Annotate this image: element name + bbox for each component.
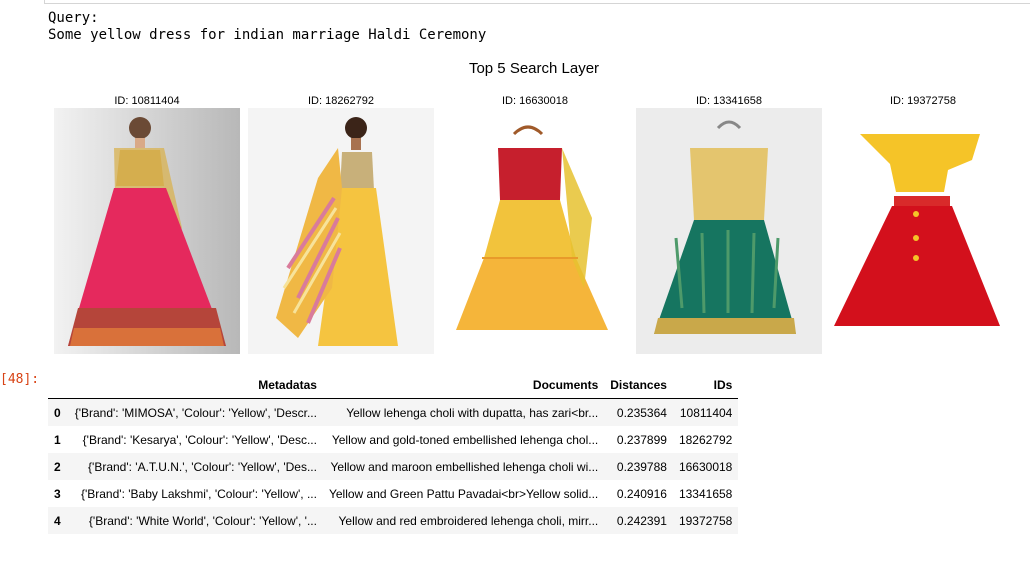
query-label: Query: bbox=[48, 10, 99, 26]
cell-documents: Yellow lehenga choli with dupatta, has z… bbox=[346, 405, 599, 420]
cell-distances: 0.235364 bbox=[616, 405, 667, 420]
dress-photo bbox=[442, 108, 628, 354]
dress-photo bbox=[636, 108, 822, 354]
execution-count-label: [48]: bbox=[0, 372, 40, 387]
row-index: 2 bbox=[54, 459, 61, 474]
previous-cell-border bbox=[44, 0, 1030, 4]
image-caption: ID: 19372758 bbox=[889, 95, 957, 107]
cell-distances: 0.239788 bbox=[616, 459, 667, 474]
dress-photo bbox=[248, 108, 434, 354]
cell-documents: Yellow and maroon embellished lehenga ch… bbox=[330, 459, 599, 474]
cell-ids: 10811404 bbox=[679, 405, 733, 420]
result-image-5: ID: 19372758 bbox=[830, 94, 1016, 354]
cell-distances: 0.240916 bbox=[616, 486, 667, 501]
column-header-documents: Documents bbox=[322, 374, 605, 399]
table-row: 0 {'Brand': 'MIMOSA', 'Colour': 'Yellow'… bbox=[48, 398, 739, 426]
figure-title: Top 5 Search Layer bbox=[468, 60, 600, 77]
cell-documents: Yellow and Green Pattu Pavadai<br>Yellow… bbox=[328, 486, 599, 501]
result-image-4: ID: 13341658 bbox=[636, 94, 822, 354]
row-index: 1 bbox=[54, 432, 61, 447]
cell-ids: 18262792 bbox=[678, 432, 733, 447]
column-header-distances: Distances bbox=[604, 374, 673, 399]
cell-ids: 16630018 bbox=[678, 459, 733, 474]
result-image-2: ID: 18262792 bbox=[248, 94, 434, 354]
result-image-3: ID: 16630018 bbox=[442, 94, 628, 354]
cell-metadatas: {'Brand': 'A.T.U.N.', 'Colour': 'Yellow'… bbox=[88, 459, 317, 474]
cell-distances: 0.242391 bbox=[616, 513, 667, 528]
image-caption: ID: 13341658 bbox=[695, 95, 763, 107]
cell-metadatas: {'Brand': 'White World', 'Colour': 'Yell… bbox=[88, 513, 317, 528]
table-row: 1 {'Brand': 'Kesarya', 'Colour': 'Yellow… bbox=[48, 426, 738, 453]
cell-metadatas: {'Brand': 'MIMOSA', 'Colour': 'Yellow', … bbox=[74, 405, 317, 420]
cell-metadatas: {'Brand': 'Baby Lakshmi', 'Colour': 'Yel… bbox=[80, 486, 317, 501]
row-index: 4 bbox=[54, 513, 61, 528]
cell-stdout: Query: Some yellow dress for indian marr… bbox=[48, 10, 486, 44]
cell-ids: 19372758 bbox=[678, 513, 733, 528]
column-header-ids: IDs bbox=[672, 374, 739, 399]
image-caption: ID: 10811404 bbox=[114, 95, 180, 107]
results-dataframe: Metadatas Documents Distances IDs 0 {'Br… bbox=[48, 374, 739, 534]
dress-photo bbox=[54, 108, 240, 354]
cell-documents: Yellow and gold-toned embellished leheng… bbox=[331, 432, 599, 447]
cell-distances: 0.237899 bbox=[616, 432, 667, 447]
table-row: 2 {'Brand': 'A.T.U.N.', 'Colour': 'Yello… bbox=[48, 453, 739, 480]
query-text: Some yellow dress for indian marriage Ha… bbox=[48, 27, 487, 43]
cell-ids: 13341658 bbox=[678, 486, 733, 501]
cell-documents: Yellow and red embroidered lehenga choli… bbox=[338, 513, 599, 528]
image-caption: ID: 16630018 bbox=[501, 95, 569, 107]
column-header-metadatas: Metadatas bbox=[68, 374, 323, 399]
table-row: 3 {'Brand': 'Baby Lakshmi', 'Colour': 'Y… bbox=[48, 480, 738, 507]
table-header-row: Metadatas Documents Distances IDs bbox=[48, 374, 739, 399]
dress-photo bbox=[830, 108, 1016, 354]
row-index: 0 bbox=[54, 405, 61, 420]
image-caption: ID: 18262792 bbox=[307, 95, 375, 107]
cell-metadatas: {'Brand': 'Kesarya', 'Colour': 'Yellow',… bbox=[82, 432, 317, 447]
result-image-1: ID: 10811404 bbox=[54, 94, 240, 354]
row-index: 3 bbox=[54, 486, 61, 501]
column-header-index bbox=[48, 374, 69, 399]
table-row: 4 {'Brand': 'White World', 'Colour': 'Ye… bbox=[48, 507, 739, 534]
